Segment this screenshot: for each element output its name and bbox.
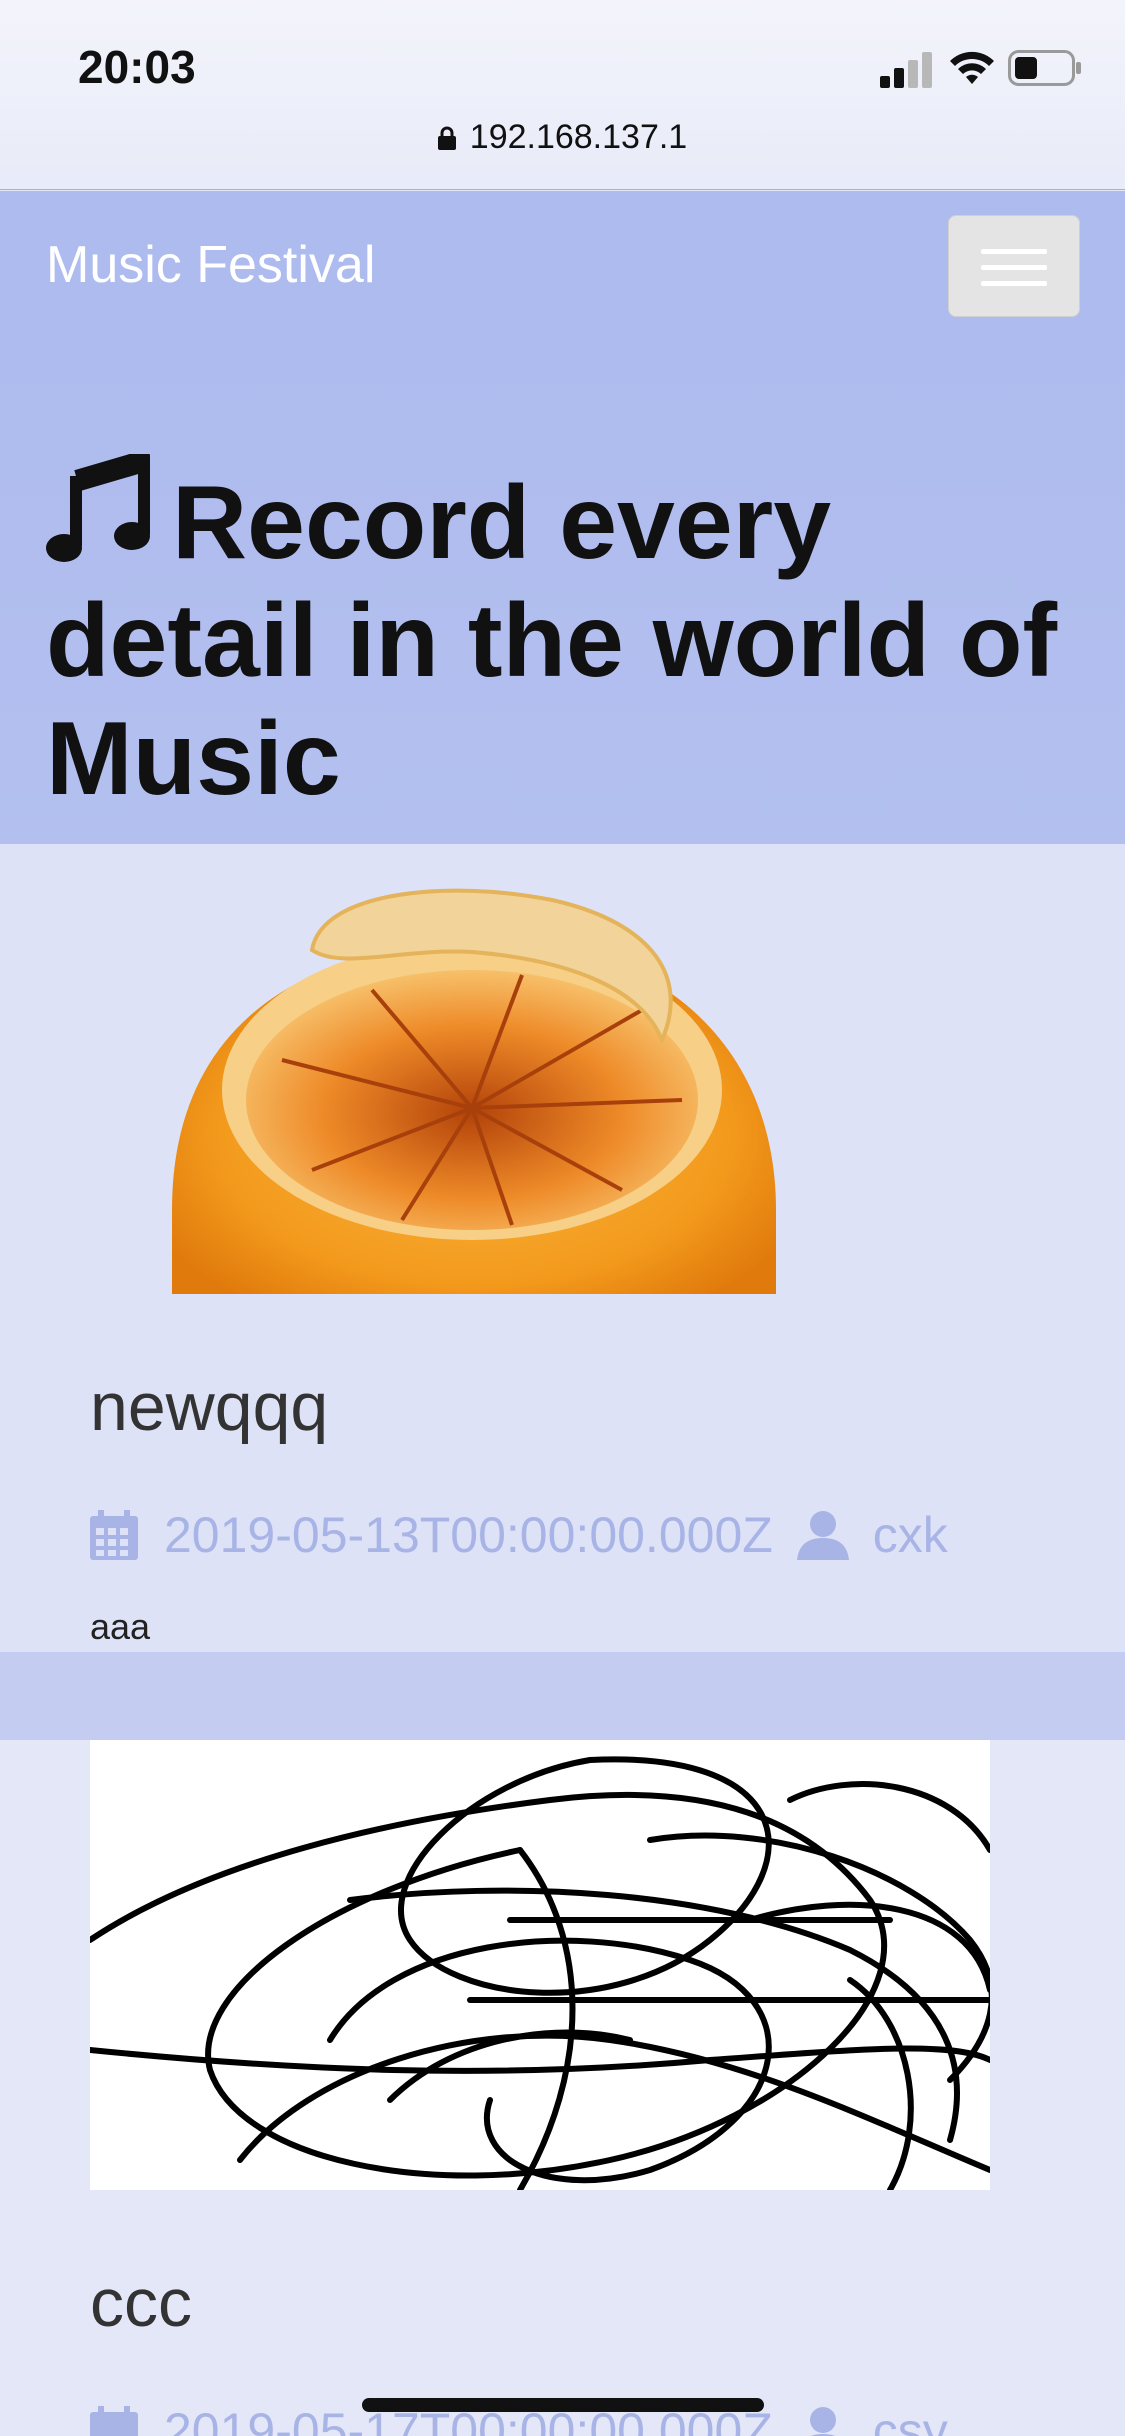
home-indicator[interactable] [362, 2398, 764, 2412]
post-title[interactable]: ccc [90, 2264, 192, 2342]
wifi-icon [950, 51, 994, 84]
status-bar: 20:03 192.168.137.1 [0, 0, 1125, 190]
hero-title-text: Record every detail in the world of Musi… [46, 465, 1058, 817]
user-icon [809, 2407, 836, 2436]
user-icon [796, 1511, 849, 1560]
scribble-image [90, 1740, 990, 2190]
music-note-icon [46, 454, 150, 562]
orange-image [172, 888, 776, 1294]
lock-icon [437, 126, 456, 150]
calendar-icon [90, 2406, 138, 2436]
battery-icon [1008, 50, 1081, 86]
post-meta: 2019-05-13T00:00:00.000Z cxk [90, 1506, 948, 1564]
post-author[interactable]: csy [873, 2402, 948, 2436]
url-text: 192.168.137.1 [469, 118, 688, 156]
hero-banner: Record every detail in the world of Musi… [0, 346, 1125, 844]
navbar: Music Festival [0, 191, 1125, 346]
address-bar[interactable]: 192.168.137.1 [0, 118, 1125, 157]
post-separator [0, 1652, 1125, 1740]
hero-title: Record every detail in the world of Musi… [46, 454, 1086, 818]
post-title[interactable]: newqqq [90, 1368, 328, 1446]
menu-toggle-button[interactable] [948, 215, 1080, 317]
status-time: 20:03 [78, 41, 196, 93]
post-excerpt: aaa [90, 1606, 151, 1647]
post-date: 2019-05-13T00:00:00.000Z [164, 1507, 773, 1563]
cellular-signal-icon [880, 52, 932, 88]
brand-link[interactable]: Music Festival [46, 235, 375, 295]
post-author[interactable]: cxk [873, 1506, 948, 1564]
calendar-icon [90, 1510, 138, 1560]
